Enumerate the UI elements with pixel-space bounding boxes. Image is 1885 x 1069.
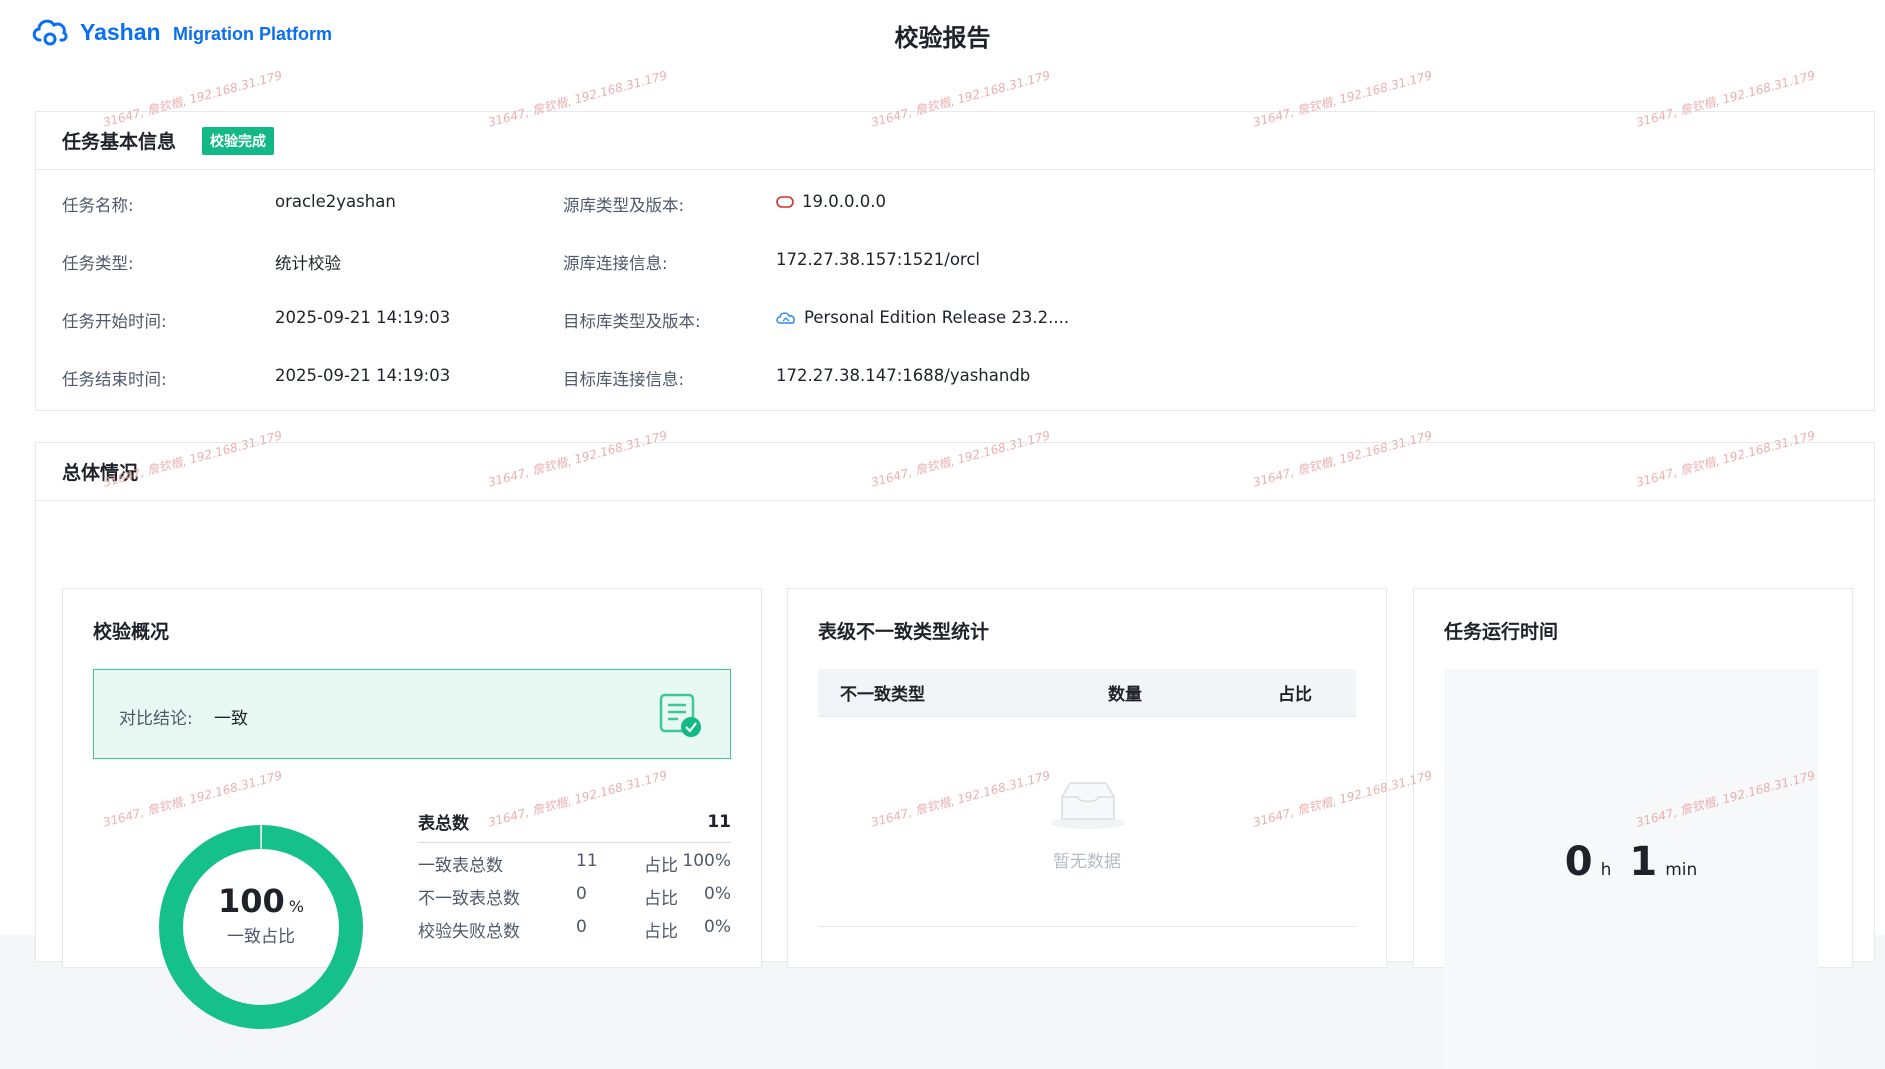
percent-number: 100 — [218, 882, 285, 920]
source-conn-value: 172.27.38.157:1521/orcl — [776, 250, 980, 269]
overview-title: 总体情况 — [62, 462, 139, 484]
runtime-hours: 0 — [1564, 839, 1593, 885]
source-conn-label: 源库连接信息: — [563, 254, 668, 273]
column-header-count: 数量 — [1108, 685, 1142, 705]
overview-card: 总体情况 校验概况 对比结论: 一致 100 % 一致占比 表总数 11 一致表… — [35, 442, 1875, 1069]
status-badge: 校验完成 — [202, 126, 275, 155]
start-time-value: 2025-09-21 14:19:03 — [275, 308, 451, 327]
runtime-minutes-unit: min — [1665, 860, 1698, 880]
target-db-version[interactable]: Personal Edition Release 23.2.... — [776, 308, 1069, 327]
task-name-label: 任务名称: — [62, 196, 134, 215]
task-type-value: 统计校验 — [275, 254, 341, 273]
stat-count: 0 — [576, 917, 587, 937]
end-time-label: 任务结束时间: — [62, 370, 167, 389]
target-conn-value: 172.27.38.147:1688/yashandb — [776, 366, 1031, 385]
inconsistency-stats-panel: 表级不一致类型统计 不一致类型 数量 占比 暂无数据 — [787, 588, 1387, 968]
info-row: 任务名称: oracle2yashan 源库类型及版本: 19.0.0.0.0 — [36, 192, 1874, 222]
column-header-ratio: 占比 — [1278, 685, 1312, 705]
start-time-label: 任务开始时间: — [62, 312, 167, 331]
verify-summary-panel: 校验概况 对比结论: 一致 100% 一致占比 表总数 11 一致表总数 11 … — [62, 588, 762, 1029]
yashan-db-icon — [776, 311, 795, 324]
target-conn-label: 目标库连接信息: — [563, 370, 685, 389]
runtime-value: 0 h 1 min — [1444, 839, 1818, 885]
stat-ratio: 100% — [682, 851, 731, 871]
target-db-version-value: Personal Edition Release 23.2.... — [804, 308, 1070, 327]
verify-summary-title: 校验概况 — [93, 621, 170, 643]
stat-ratio: 0% — [704, 884, 731, 904]
info-row: 任务结束时间: 2025-09-21 14:19:03 目标库连接信息: 172… — [36, 366, 1874, 396]
runtime-hours-unit: h — [1600, 860, 1612, 880]
stat-name: 校验失败总数 — [418, 922, 520, 942]
stat-row: 不一致表总数 0 占比 0% — [418, 876, 731, 909]
source-db-version-value: 19.0.0.0.0 — [802, 192, 886, 211]
info-row: 任务类型: 统计校验 源库连接信息: 172.27.38.157:1521/or… — [36, 250, 1874, 280]
report-content: 任务基本信息 校验完成 任务名称: oracle2yashan 源库类型及版本:… — [0, 64, 1885, 1069]
source-db-version-label: 源库类型及版本: — [563, 196, 685, 215]
column-header-type: 不一致类型 — [840, 685, 925, 705]
percent-unit: % — [288, 897, 304, 916]
table-stats: 表总数 11 一致表总数 11 占比 100% 不一致表总数 0 占比 0% 校… — [418, 801, 731, 942]
conclusion-label: 对比结论: — [119, 709, 193, 729]
page-title: 校验报告 — [894, 24, 991, 52]
conclusion-value: 一致 — [214, 709, 248, 729]
target-db-version-label: 目标库类型及版本: — [563, 312, 701, 331]
stat-ratio-label: 占比 — [644, 922, 678, 942]
total-tables-row: 表总数 11 — [418, 801, 731, 843]
stat-row: 校验失败总数 0 占比 0% — [418, 909, 731, 942]
end-time-value: 2025-09-21 14:19:03 — [275, 366, 451, 385]
document-check-icon — [659, 693, 701, 737]
stat-ratio: 0% — [704, 917, 731, 937]
basic-info-title: 任务基本信息 — [62, 131, 177, 153]
runtime-title: 任务运行时间 — [1444, 621, 1559, 643]
empty-state: 暂无数据 — [818, 717, 1356, 927]
stat-row: 一致表总数 11 占比 100% — [418, 843, 731, 876]
runtime-panel: 任务运行时间 0 h 1 min — [1413, 588, 1853, 1069]
total-tables-value: 11 — [707, 811, 731, 832]
inconsistency-stats-title: 表级不一致类型统计 — [818, 621, 990, 643]
source-db-version: 19.0.0.0.0 — [776, 192, 886, 211]
table-header: 不一致类型 数量 占比 — [818, 669, 1356, 717]
stat-count: 0 — [576, 884, 587, 904]
top-bar: Yashan Migration Platform 校验报告 — [0, 0, 1885, 64]
inconsistency-table: 不一致类型 数量 占比 暂无数据 — [818, 669, 1356, 927]
runtime-box: 0 h 1 min — [1444, 669, 1818, 1069]
task-type-label: 任务类型: — [62, 254, 134, 273]
basic-info-grid: 任务名称: oracle2yashan 源库类型及版本: 19.0.0.0.0 … — [36, 170, 1874, 410]
stat-name: 不一致表总数 — [418, 889, 520, 909]
stat-ratio-label: 占比 — [644, 889, 678, 909]
task-name-value: oracle2yashan — [275, 192, 396, 211]
stat-name: 一致表总数 — [418, 856, 503, 876]
empty-inbox-icon — [1050, 782, 1126, 829]
info-row: 任务开始时间: 2025-09-21 14:19:03 目标库类型及版本: Pe… — [36, 308, 1874, 338]
stat-ratio-label: 占比 — [644, 856, 678, 876]
total-tables-label: 表总数 — [418, 814, 469, 834]
stat-count: 11 — [576, 851, 598, 871]
donut-percentage: 100% — [181, 882, 341, 920]
oracle-db-icon — [776, 195, 794, 208]
empty-text: 暂无数据 — [1053, 852, 1121, 872]
runtime-minutes: 1 — [1629, 839, 1658, 885]
basic-info-card: 任务基本信息 校验完成 任务名称: oracle2yashan 源库类型及版本:… — [35, 111, 1875, 411]
conclusion-box: 对比结论: 一致 — [93, 669, 731, 759]
